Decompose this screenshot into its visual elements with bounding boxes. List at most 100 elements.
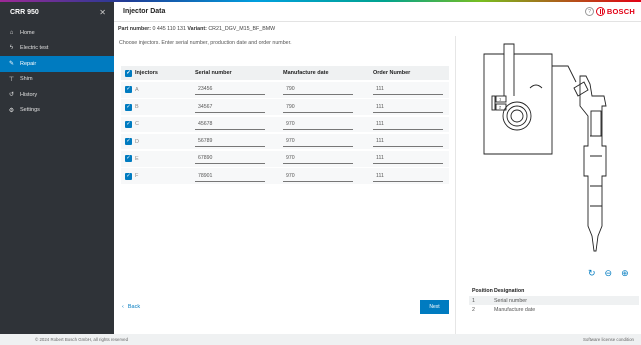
order-input[interactable]: 111: [373, 171, 443, 182]
position-designation: Serial number: [494, 297, 527, 304]
sidebar-item-label: Electric test: [20, 45, 49, 52]
injector-checkbox[interactable]: ✓: [125, 103, 132, 111]
serial-input[interactable]: 78901: [195, 171, 265, 182]
sidebar-item-home[interactable]: ⌂ Home: [0, 25, 114, 41]
back-button[interactable]: ‹ Back: [122, 304, 140, 310]
lightning-icon: ϟ: [9, 45, 14, 52]
page-header: Injector Data ? BOSCH: [114, 2, 641, 22]
table-row: ✓ A 23456 790 111: [121, 82, 449, 98]
date-input[interactable]: 970: [283, 119, 353, 130]
wrench-icon: ✎: [8, 61, 15, 68]
sidebar-item-label: Shim: [20, 76, 33, 83]
sidebar-item-label: Repair: [20, 60, 37, 67]
serial-input[interactable]: 67890: [195, 153, 265, 165]
injector-id: C: [135, 121, 139, 128]
sidebar-item-history[interactable]: ↺ History: [0, 87, 114, 103]
sidebar-item-label: History: [20, 91, 38, 98]
back-label: Back: [127, 304, 141, 310]
order-input[interactable]: 111: [373, 136, 443, 148]
injector-checkbox[interactable]: ✓: [125, 120, 132, 128]
sidebar-item-label: Home: [20, 29, 35, 36]
app-title: CRR 950: [10, 8, 39, 16]
injector-rows: ✓ A 23456 790 111 ✓ B 34567 790 111 ✓ C 456…: [121, 82, 449, 186]
part-number-label: Part number:: [118, 26, 151, 32]
brand-name: BOSCH: [606, 7, 635, 16]
sidebar: CRR 950 ✕ ⌂ Home ϟ Electric test ✎ Repair ⊤…: [0, 2, 114, 334]
serial-input[interactable]: 45678: [195, 119, 265, 130]
order-input[interactable]: 111: [373, 102, 443, 113]
injector-diagram: 1 2: [483, 43, 607, 252]
order-input[interactable]: 111: [373, 84, 443, 96]
serial-input[interactable]: 56789: [195, 136, 265, 148]
footer: © 2024 Robert Bosch GmbH, all rights res…: [0, 334, 641, 345]
svg-text:2: 2: [499, 105, 502, 110]
table-row: ✓ D 56789 970 111: [121, 133, 449, 150]
bosch-armature-icon: [595, 7, 605, 16]
main-panel: Choose injectors. Enter serial number, p…: [114, 36, 455, 334]
sidebar-item-electric-test[interactable]: ϟ Electric test: [0, 41, 114, 57]
help-icon[interactable]: ?: [585, 7, 594, 16]
gear-icon: ⚙: [8, 107, 15, 114]
header-date: Manufacture date: [283, 70, 329, 76]
shim-icon: ⊤: [8, 76, 15, 83]
sidebar-nav: ⌂ Home ϟ Electric test ✎ Repair ⊤ Shim ↺ Hist…: [0, 25, 114, 118]
chevron-left-icon: ‹: [122, 304, 124, 310]
table-row: ✓ F 78901 970 111: [121, 168, 449, 184]
header-designation: Designation: [494, 288, 525, 294]
injector-id: B: [135, 104, 139, 111]
injector-id: A: [135, 86, 139, 93]
license-link[interactable]: Software license condition: [583, 337, 634, 342]
home-icon: ⌂: [9, 29, 14, 36]
close-icon[interactable]: ✕: [99, 8, 106, 17]
table-row: 1 Serial number: [469, 296, 639, 305]
injector-checkbox[interactable]: ✓: [125, 172, 132, 180]
bosch-logo: BOSCH: [595, 7, 635, 16]
sidebar-header: CRR 950 ✕: [0, 2, 114, 22]
header-serial: Serial number: [195, 70, 232, 76]
sidebar-item-label: Settings: [20, 107, 40, 114]
date-input[interactable]: 970: [283, 153, 353, 165]
date-input[interactable]: 790: [283, 102, 353, 113]
zoom-controls: ↻ ⊖ ⊕: [588, 268, 629, 279]
injector-checkbox[interactable]: ✓: [125, 86, 132, 94]
serial-input[interactable]: 23456: [195, 84, 265, 96]
serial-input[interactable]: 34567: [195, 102, 265, 113]
zoom-out-icon[interactable]: ⊖: [605, 268, 613, 279]
table-row: 2 Manufacture date: [469, 305, 639, 314]
variant-value: CR21_DGV_M15_BF_BMW: [208, 26, 276, 32]
position-designation: Manufacture date: [494, 306, 536, 313]
table-header: ✓ Injectors Serial number Manufacture dat…: [121, 66, 449, 80]
position-header: Position Designation: [469, 286, 639, 296]
order-input[interactable]: 111: [373, 153, 443, 165]
page-title: Injector Data: [123, 8, 166, 15]
table-row: ✓ C 45678 970 111: [121, 116, 449, 133]
svg-text:1: 1: [499, 97, 502, 102]
position-table: Position Designation 1 Serial number 2 M…: [469, 286, 639, 314]
injector-checkbox[interactable]: ✓: [125, 155, 132, 163]
part-number-value: 0 445 110 131: [152, 26, 186, 32]
instruction-text: Choose injectors. Enter serial number, p…: [119, 40, 292, 46]
diagram-panel: 1 2 ↻ ⊖ ⊕ Position Designation 1 Serial …: [455, 36, 641, 334]
header-order: Order Number: [373, 70, 411, 76]
position-number: 2: [472, 306, 475, 313]
date-input[interactable]: 790: [283, 84, 353, 96]
history-icon: ↺: [8, 92, 15, 99]
zoom-in-icon[interactable]: ⊕: [621, 268, 629, 279]
next-button[interactable]: Next: [420, 300, 449, 314]
date-input[interactable]: 970: [283, 171, 353, 182]
order-input[interactable]: 111: [373, 119, 443, 130]
sidebar-item-repair[interactable]: ✎ Repair: [0, 56, 114, 72]
injector-checkbox[interactable]: ✓: [125, 138, 132, 146]
variant-label: Variant:: [187, 26, 207, 32]
injector-id: F: [135, 173, 139, 180]
select-all-checkbox[interactable]: ✓: [125, 69, 132, 77]
table-row: ✓ B 34567 790 111: [121, 99, 449, 115]
sidebar-item-shim[interactable]: ⊤ Shim: [0, 72, 114, 88]
sidebar-item-settings[interactable]: ⚙ Settings: [0, 103, 114, 119]
date-input[interactable]: 970: [283, 136, 353, 148]
injector-id: E: [135, 155, 139, 162]
table-row: ✓ E 67890 970 111: [121, 151, 449, 167]
reset-icon[interactable]: ↻: [588, 268, 596, 279]
header-injectors: Injectors: [135, 70, 158, 76]
injector-id: D: [135, 138, 139, 145]
